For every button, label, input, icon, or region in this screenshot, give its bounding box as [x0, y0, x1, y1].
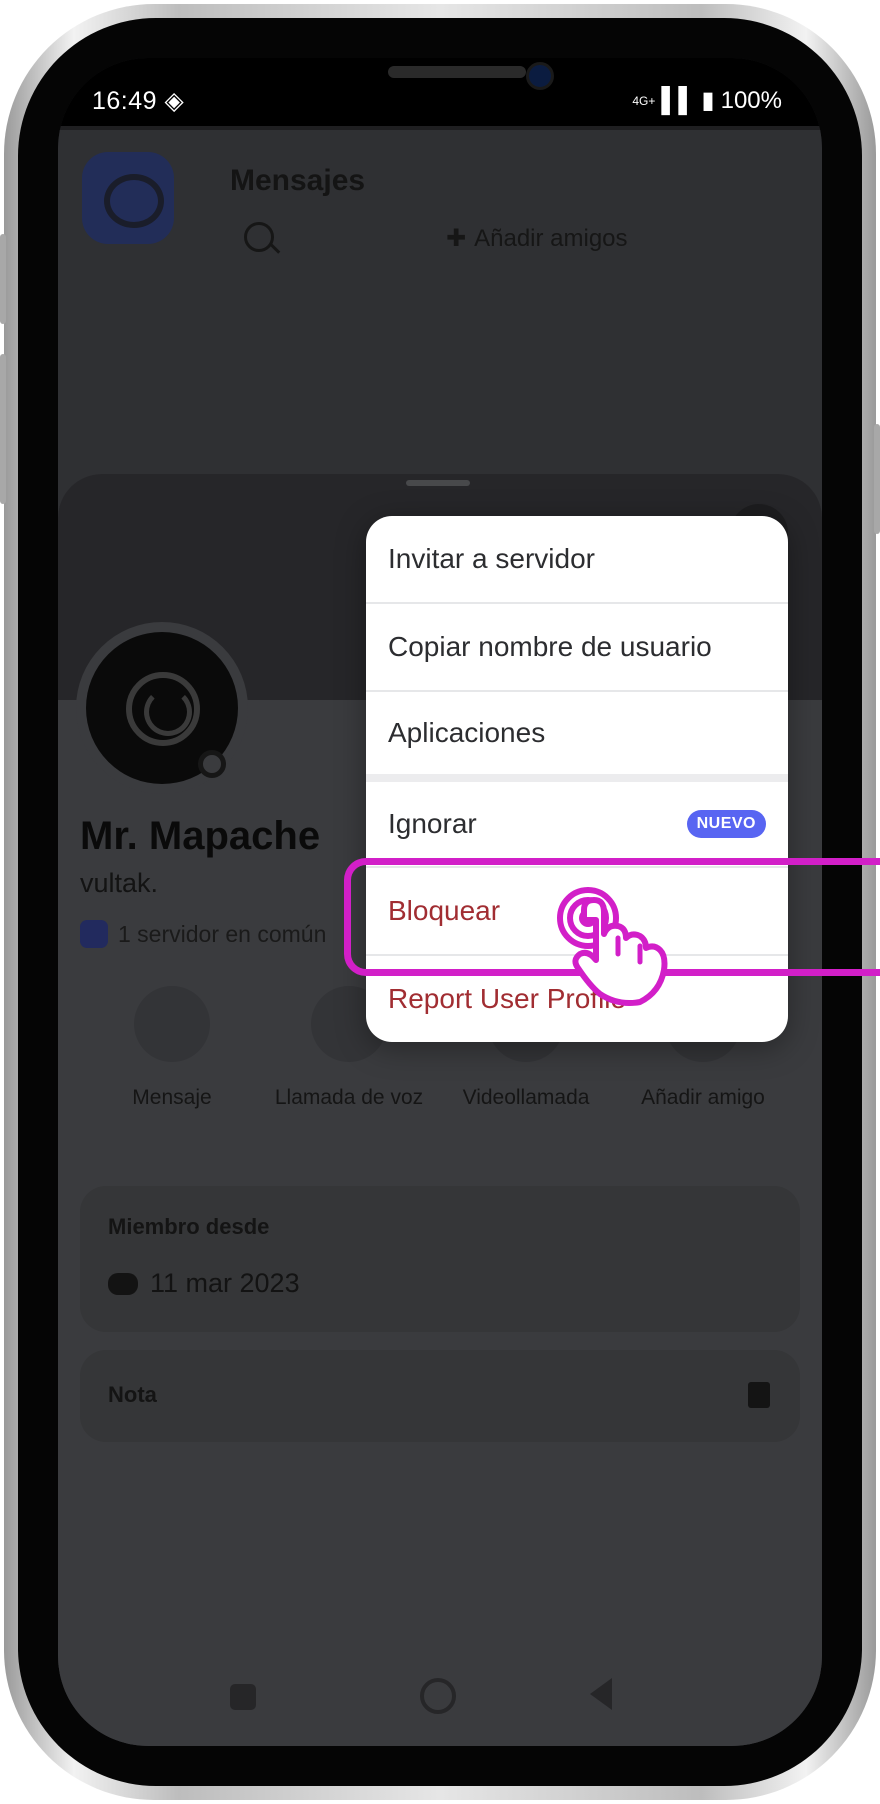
status-indicators: 4G+ ▌▌ ▮ 100%: [632, 86, 782, 115]
page-title: Mensajes: [230, 164, 366, 197]
note-title: Nota: [108, 1382, 157, 1407]
status-time: 16:49 ◈: [92, 86, 184, 116]
avatar[interactable]: [76, 622, 248, 794]
menu-item-ignore[interactable]: Ignorar NUEVO: [366, 782, 788, 866]
front-camera: [526, 62, 554, 90]
volume-button: [0, 354, 6, 504]
dm-home-icon[interactable]: [82, 152, 174, 244]
search-icon[interactable]: [244, 222, 274, 252]
note-card[interactable]: Nota: [80, 1350, 800, 1442]
menu-item-label: Aplicaciones: [388, 717, 546, 748]
profile-username: vultak.: [80, 868, 159, 898]
member-since-value: 11 mar 2023: [108, 1268, 300, 1299]
battery-icon: ▮: [701, 87, 715, 114]
earpiece-speaker: [388, 66, 526, 78]
member-since-title: Miembro desde: [108, 1214, 270, 1239]
power-button: [0, 234, 6, 324]
action-label: Mensaje: [132, 1086, 212, 1109]
menu-item-label: Ignorar: [388, 808, 477, 839]
status-offline-icon: [198, 750, 226, 778]
message-bubble-icon: [134, 986, 210, 1062]
back-icon[interactable]: [590, 1678, 612, 1710]
action-label: Videollamada: [462, 1086, 590, 1109]
menu-item-label: Invitar a servidor: [388, 543, 595, 574]
chat-bubble-icon: [104, 174, 164, 228]
network-type-icon: 4G+: [632, 93, 656, 108]
home-icon[interactable]: [420, 1678, 456, 1714]
mutual-servers-link[interactable]: 1 servidor en común: [80, 920, 330, 948]
menu-item-apps[interactable]: Aplicaciones: [366, 692, 788, 774]
battery-percent: 100%: [720, 86, 782, 114]
mutual-servers-label: 1 servidor en común: [118, 920, 327, 947]
side-button-right: [874, 424, 880, 534]
hotspot-icon: ◈: [164, 87, 185, 115]
menu-section-divider: [366, 774, 788, 782]
member-since-date: 11 mar 2023: [150, 1268, 300, 1298]
action-label: Llamada de voz: [274, 1086, 424, 1109]
recent-apps-icon[interactable]: [230, 1684, 256, 1710]
add-person-icon: ✚: [446, 225, 467, 252]
add-note-icon[interactable]: [748, 1382, 770, 1408]
add-friends-button[interactable]: ✚ Añadir amigos: [446, 224, 628, 253]
profile-display-name: Mr. Mapache: [80, 814, 321, 858]
message-button[interactable]: Mensaje: [92, 986, 252, 1114]
member-since-card: Miembro desde 11 mar 2023: [80, 1186, 800, 1332]
menu-item-copy-username[interactable]: Copiar nombre de usuario: [366, 604, 788, 690]
tap-hand-icon: [557, 887, 668, 1006]
action-label: Añadir amigo: [641, 1086, 765, 1109]
new-badge: NUEVO: [686, 810, 766, 838]
status-time-text: 16:49: [92, 87, 158, 115]
discord-logo-icon: [108, 1272, 138, 1295]
menu-item-invite-to-server[interactable]: Invitar a servidor: [366, 516, 788, 602]
menu-item-label: Copiar nombre de usuario: [388, 631, 712, 662]
add-friends-label: Añadir amigos: [474, 224, 628, 252]
avatar-logo-icon: [126, 672, 200, 746]
status-bar: 16:49 ◈ 4G+ ▌▌ ▮ 100%: [58, 58, 822, 126]
sheet-drag-handle[interactable]: [406, 480, 470, 486]
server-icon: [80, 920, 108, 948]
android-nav-bar: [58, 1656, 822, 1746]
signal-icon: ▌▌: [661, 86, 696, 114]
